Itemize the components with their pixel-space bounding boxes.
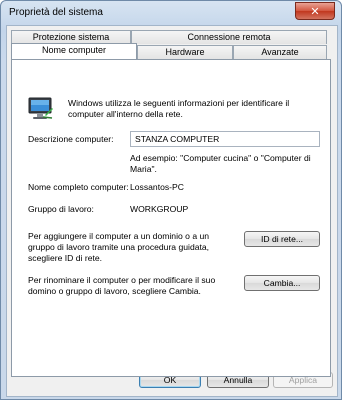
rename-text-line2: domino o gruppo di lavoro, scegliere Cam… [28, 286, 201, 296]
change-button[interactable]: Cambia... [244, 275, 320, 291]
tab-nome-computer[interactable]: Nome computer [11, 43, 137, 59]
tab-protezione-sistema[interactable]: Protezione sistema [11, 30, 131, 44]
example-text-line2: Maria". [130, 164, 157, 174]
close-button[interactable]: ✕ [295, 2, 335, 20]
tab-connessione-remota[interactable]: Connessione remota [131, 30, 327, 44]
network-id-text-line3: scegliere ID di rete. [28, 253, 103, 263]
tab-hardware[interactable]: Hardware [137, 45, 233, 59]
full-name-label: Nome completo computer: [28, 182, 129, 192]
tab-label: Connessione remota [187, 32, 271, 42]
system-properties-window: Proprietà del sistema ✕ Protezione siste… [0, 0, 342, 400]
network-id-text-line1: Per aggiungere il computer a un dominio … [28, 231, 210, 241]
full-name-value: Lossantos-PC [130, 182, 184, 192]
intro-text-line1: Windows utilizza le seguenti informazion… [68, 98, 290, 108]
description-input[interactable]: STANZA COMPUTER [130, 131, 320, 147]
workgroup-value: WORKGROUP [130, 204, 189, 214]
network-id-text-line2: gruppo di lavoro tramite una procedura g… [28, 242, 210, 252]
example-text-line1: Ad esempio: "Computer cucina" o "Compute… [130, 153, 311, 163]
tab-label: Avanzate [261, 47, 299, 57]
close-icon: ✕ [310, 5, 320, 18]
dialog-client-area: Protezione sistema Connessione remota No… [6, 25, 338, 397]
window-title: Proprietà del sistema [9, 7, 103, 18]
workgroup-label: Gruppo di lavoro: [28, 204, 94, 214]
description-label: Descrizione computer: [28, 134, 114, 144]
computer-monitor-icon [28, 97, 53, 119]
tab-label: Hardware [165, 47, 205, 57]
intro-text-line2: computer all'interno della rete. [68, 109, 183, 119]
tab-panel-nome-computer: Windows utilizza le seguenti informazion… [11, 59, 331, 377]
tab-avanzate[interactable]: Avanzate [233, 45, 327, 59]
tab-label: Nome computer [41, 45, 107, 55]
rename-text-line1: Per rinominare il computer o per modific… [28, 275, 216, 285]
title-bar[interactable]: Proprietà del sistema ✕ [1, 1, 341, 23]
tab-label: Protezione sistema [32, 32, 110, 42]
network-id-button[interactable]: ID di rete... [244, 231, 320, 247]
